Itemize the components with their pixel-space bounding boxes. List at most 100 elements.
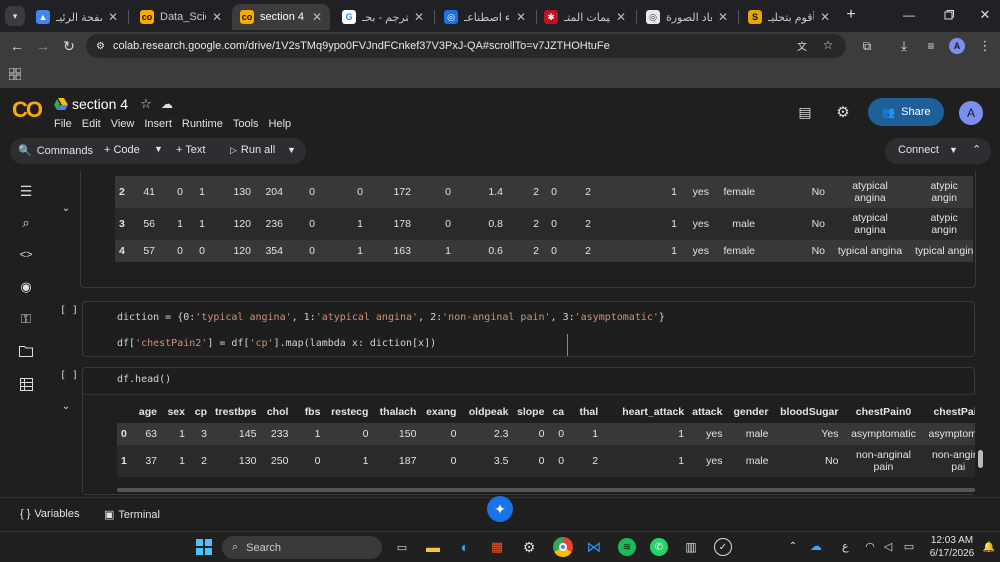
browser-tab[interactable]: ◎ ذكاء اصطناعـ ✕	[436, 4, 534, 30]
browser-tab[interactable]: co section 4 - C ✕	[232, 4, 330, 30]
site-info-icon[interactable]: ⚙	[96, 41, 105, 52]
star-icon[interactable]: ☆	[138, 96, 154, 112]
taskbar-search-box[interactable]: ⌕ Search	[222, 536, 382, 559]
vscode-icon[interactable]: ⋈	[585, 538, 603, 556]
store-icon[interactable]: ▦	[488, 538, 506, 556]
windows-start-icon[interactable]	[195, 538, 213, 556]
comments-icon[interactable]: ▤	[796, 103, 814, 121]
account-avatar[interactable]: A	[959, 101, 983, 125]
browser-tab[interactable]: ✱ تعليمات المتـ ✕	[536, 4, 634, 30]
files-folder-icon[interactable]	[17, 342, 35, 360]
commands-button[interactable]: 🔍 Commands	[18, 144, 93, 158]
terminal-button[interactable]: ▣ Terminal	[104, 508, 160, 521]
menu-item[interactable]: Help	[269, 118, 292, 130]
variables-button[interactable]: { } Variables	[20, 508, 79, 520]
task-view-icon[interactable]: ▭	[394, 539, 410, 555]
connect-button[interactable]: Connect	[898, 144, 939, 156]
media-icon[interactable]: ≡	[922, 37, 940, 55]
minimize-icon[interactable]: —	[900, 6, 918, 24]
menu-item[interactable]: Tools	[233, 118, 259, 130]
run-all-dropdown-icon[interactable]: ▼	[287, 145, 296, 155]
edge-icon[interactable]: ◐	[456, 538, 474, 556]
cloud-icon[interactable]: ☁	[159, 96, 175, 112]
browser-tab[interactable]: co Data_Science ✕	[132, 4, 230, 30]
volume-icon[interactable]: ◁	[880, 539, 896, 553]
code-snippets-icon[interactable]: <>	[17, 246, 35, 264]
bookmark-star-icon[interactable]: ☆	[820, 37, 836, 53]
tab-close-icon[interactable]: ✕	[718, 10, 728, 24]
apps-grid-icon[interactable]	[7, 66, 23, 82]
spotify-icon[interactable]: ≋	[618, 538, 636, 556]
vertical-scrollbar[interactable]	[978, 450, 983, 468]
calculator-icon[interactable]: ▥	[682, 538, 700, 556]
menu-item[interactable]: View	[111, 118, 135, 130]
menu-item[interactable]: File	[54, 118, 72, 130]
forward-icon[interactable]: →	[34, 37, 52, 55]
code-dropdown-icon[interactable]: ▼	[154, 144, 163, 154]
close-window-icon[interactable]: ✕	[976, 6, 994, 24]
tab-close-icon[interactable]: ✕	[108, 10, 118, 24]
restore-icon[interactable]	[940, 6, 958, 24]
variables-inspector-icon[interactable]: ◉	[17, 278, 35, 296]
new-tab-icon[interactable]: +	[842, 6, 860, 24]
df-cell: 1	[324, 445, 373, 477]
menu-item[interactable]: Edit	[82, 118, 101, 130]
output-collapse-icon[interactable]: ⌄	[58, 200, 74, 216]
file-explorer-icon[interactable]: ▬	[424, 538, 442, 556]
tab-close-icon[interactable]: ✕	[312, 10, 322, 24]
browser-tab[interactable]: S سأقوم بتحليـ ✕	[740, 4, 838, 30]
browser-menu-icon[interactable]: ⋮	[976, 37, 994, 55]
clock-app-icon[interactable]: ✓	[714, 538, 732, 556]
tab-close-icon[interactable]: ✕	[516, 10, 526, 24]
clock-date[interactable]: 6/17/2026	[924, 548, 980, 559]
tab-close-icon[interactable]: ✕	[616, 10, 626, 24]
run-all-button[interactable]: ▷ Run all	[230, 144, 275, 156]
colab-logo[interactable]: CO	[12, 97, 43, 123]
code-cell-3[interactable]: df.head() age sex cp trestbps chol fbs restecg…	[82, 367, 975, 495]
input-language[interactable]: ع	[842, 540, 849, 553]
tab-close-icon[interactable]: ✕	[212, 10, 222, 24]
reload-icon[interactable]: ↻	[60, 37, 78, 55]
onedrive-icon[interactable]: ☁	[808, 539, 824, 553]
download-icon[interactable]: ⤓	[895, 37, 913, 55]
browser-tab[interactable]: ◎ أبعاد الصورة ✕	[638, 4, 736, 30]
notification-bell-icon[interactable]: 🔔	[982, 540, 996, 554]
connect-dropdown-icon[interactable]: ▼	[949, 145, 958, 155]
share-button[interactable]: 👥 Share	[868, 98, 944, 126]
wifi-icon[interactable]: ◠	[862, 539, 878, 553]
menu-item[interactable]: Runtime	[182, 118, 223, 130]
code-cell-2[interactable]: diction = {0:'typical angina', 1:'atypic…	[82, 301, 975, 357]
output-collapse-icon-3[interactable]: ⌄	[58, 398, 74, 414]
profile-avatar[interactable]: A	[949, 38, 965, 54]
whatsapp-icon[interactable]: ✆	[650, 538, 668, 556]
find-replace-icon[interactable]: ⌕	[17, 214, 35, 232]
cell-run-bracket-3[interactable]: [ ]	[60, 370, 78, 381]
add-code-button[interactable]: + Code	[104, 144, 140, 156]
chrome-icon[interactable]	[553, 537, 573, 557]
translate-icon[interactable]: 文	[794, 37, 810, 53]
cell-run-bracket-2[interactable]: [ ]	[60, 305, 78, 316]
df-cell: male	[713, 208, 759, 240]
data-table-icon[interactable]	[17, 375, 35, 393]
browser-tab[interactable]: ▲ الصفحة الرئيـ ✕	[28, 4, 126, 30]
horizontal-scrollbar[interactable]	[117, 488, 975, 492]
back-icon[interactable]: ←	[8, 37, 26, 55]
settings-app-icon[interactable]: ⚙	[520, 538, 538, 556]
toc-icon[interactable]: ☰	[17, 182, 35, 200]
clock-time[interactable]: 12:03 AM	[930, 535, 974, 546]
secrets-key-icon[interactable]: ⚿	[17, 310, 35, 328]
tab-close-icon[interactable]: ✕	[820, 10, 830, 24]
collapse-toolbar-icon[interactable]: ⌃	[972, 143, 981, 156]
settings-gear-icon[interactable]: ⚙	[834, 103, 852, 121]
add-text-button[interactable]: + Text	[176, 144, 205, 156]
tab-close-icon[interactable]: ✕	[414, 10, 424, 24]
notebook-title[interactable]: section 4	[72, 96, 128, 112]
battery-icon[interactable]: ▭	[900, 539, 918, 553]
extensions-icon[interactable]: ⧉	[858, 37, 876, 55]
tab-search-icon[interactable]: ▾	[5, 6, 25, 26]
gemini-sparkle-icon[interactable]: ✦	[487, 496, 513, 522]
browser-tab[interactable]: G المترجم - بحـ ✕	[334, 4, 432, 30]
tray-chevron-icon[interactable]: ⌃	[786, 539, 800, 553]
address-bar[interactable]: ⚙ colab.research.google.com/drive/1V2sTM…	[86, 34, 846, 58]
menu-item[interactable]: Insert	[144, 118, 172, 130]
